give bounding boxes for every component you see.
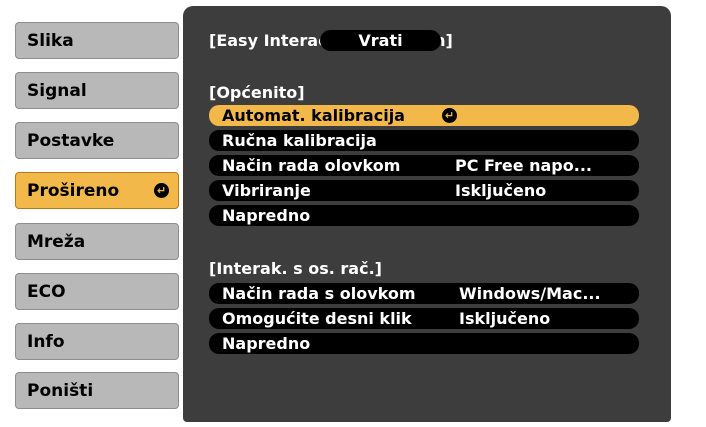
sidebar-item-label: Slika — [27, 31, 74, 51]
sidebar-item-label: Poništi — [27, 381, 94, 401]
menu-row-auto-calibration[interactable]: Automat. kalibracija ↵ — [209, 105, 639, 126]
menu-row-advanced-general[interactable]: Napredno — [209, 205, 639, 226]
section-heading-pc-interaction: [Interak. s os. rač.] — [209, 259, 382, 278]
row-label: Način rada s olovkom — [222, 284, 416, 303]
row-value: PC Free napo... — [455, 156, 592, 175]
enter-icon: ↵ — [154, 183, 169, 198]
sidebar-item-label: Signal — [27, 81, 87, 101]
enter-icon: ↵ — [442, 108, 457, 123]
sidebar-item-ponisti[interactable]: Poništi — [15, 372, 179, 409]
sidebar-item-prosireno[interactable]: Prošireno ↵ — [15, 172, 179, 209]
menu-row-pen-mode[interactable]: Način rada olovkom PC Free napo... — [209, 155, 639, 176]
sidebar-item-signal[interactable]: Signal — [15, 72, 179, 109]
sidebar-item-info[interactable]: Info — [15, 323, 179, 360]
menu-row-manual-calibration[interactable]: Ručna kalibracija — [209, 130, 639, 151]
row-label: Napredno — [222, 206, 311, 225]
projector-menu: Slika Signal Postavke Prošireno ↵ Mreža … — [1, 0, 704, 427]
sidebar-item-label: Postavke — [27, 131, 115, 151]
menu-row-vibration[interactable]: Vibriranje Isključeno — [209, 180, 639, 201]
menu-row-right-click[interactable]: Omogućite desni klik Isključeno — [209, 308, 639, 329]
sidebar-item-label: Info — [27, 332, 65, 352]
sidebar-item-slika[interactable]: Slika — [15, 22, 179, 59]
sidebar-item-label: Prošireno — [27, 181, 120, 201]
sidebar-item-eco[interactable]: ECO — [15, 273, 179, 310]
back-button[interactable]: Vrati — [320, 30, 441, 51]
menu-row-pen-operation-mode[interactable]: Način rada s olovkom Windows/Mac... — [209, 283, 639, 304]
sidebar-item-label: Mreža — [27, 232, 86, 252]
row-label: Vibriranje — [222, 181, 311, 200]
row-label: Način rada olovkom — [222, 156, 401, 175]
row-label: Automat. kalibracija — [222, 106, 405, 125]
menu-row-advanced-pc[interactable]: Napredno — [209, 333, 639, 354]
row-value: Windows/Mac... — [459, 284, 601, 303]
row-label: Ručna kalibracija — [222, 131, 377, 150]
row-label: Omogućite desni klik — [222, 309, 412, 328]
row-label: Napredno — [222, 334, 311, 353]
sidebar-item-mreza[interactable]: Mreža — [15, 223, 179, 260]
row-value: Isključeno — [459, 309, 551, 328]
row-value: Isključeno — [455, 181, 547, 200]
sidebar-item-postavke[interactable]: Postavke — [15, 122, 179, 159]
sidebar-item-label: ECO — [27, 282, 66, 302]
section-heading-general: [Općenito] — [209, 83, 305, 102]
